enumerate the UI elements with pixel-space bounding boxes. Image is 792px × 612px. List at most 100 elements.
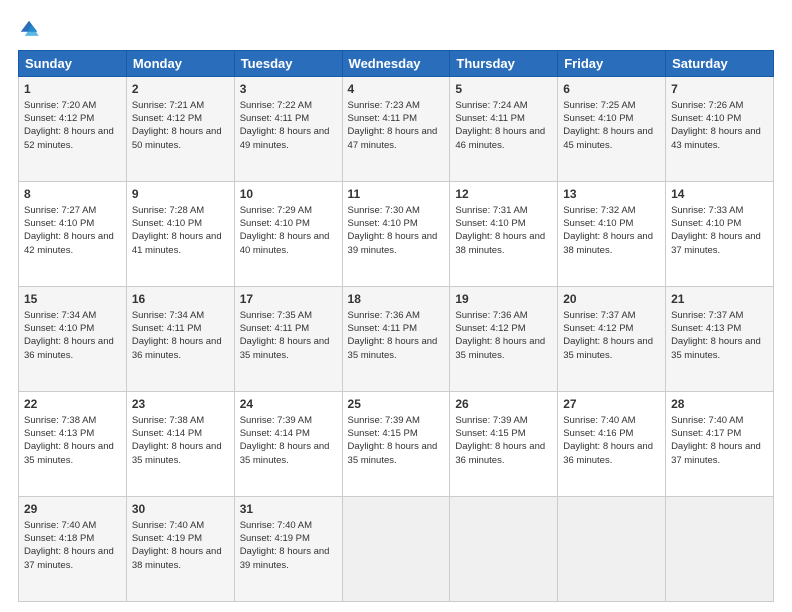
sunrise-time: Sunrise: 7:20 AM	[24, 99, 121, 112]
daylight-hours: Daylight: 8 hours and 37 minutes.	[671, 230, 768, 257]
day-number: 21	[671, 291, 768, 308]
day-number: 2	[132, 81, 229, 98]
day-number: 27	[563, 396, 660, 413]
table-row: 24Sunrise: 7:39 AMSunset: 4:14 PMDayligh…	[234, 392, 342, 497]
day-number: 17	[240, 291, 337, 308]
col-saturday: Saturday	[666, 51, 774, 77]
sunset-time: Sunset: 4:11 PM	[132, 322, 229, 335]
col-monday: Monday	[126, 51, 234, 77]
daylight-hours: Daylight: 8 hours and 38 minutes.	[132, 545, 229, 572]
day-number: 28	[671, 396, 768, 413]
sunset-time: Sunset: 4:12 PM	[132, 112, 229, 125]
sunset-time: Sunset: 4:12 PM	[455, 322, 552, 335]
calendar-week-row: 8Sunrise: 7:27 AMSunset: 4:10 PMDaylight…	[19, 182, 774, 287]
daylight-hours: Daylight: 8 hours and 35 minutes.	[671, 335, 768, 362]
sunset-time: Sunset: 4:11 PM	[455, 112, 552, 125]
sunrise-time: Sunrise: 7:40 AM	[240, 519, 337, 532]
daylight-hours: Daylight: 8 hours and 38 minutes.	[563, 230, 660, 257]
sunrise-time: Sunrise: 7:40 AM	[563, 414, 660, 427]
sunrise-time: Sunrise: 7:37 AM	[563, 309, 660, 322]
table-row: 16Sunrise: 7:34 AMSunset: 4:11 PMDayligh…	[126, 287, 234, 392]
daylight-hours: Daylight: 8 hours and 39 minutes.	[240, 545, 337, 572]
day-number: 26	[455, 396, 552, 413]
daylight-hours: Daylight: 8 hours and 45 minutes.	[563, 125, 660, 152]
day-number: 5	[455, 81, 552, 98]
sunset-time: Sunset: 4:11 PM	[240, 322, 337, 335]
daylight-hours: Daylight: 8 hours and 39 minutes.	[348, 230, 445, 257]
table-row	[450, 497, 558, 602]
sunset-time: Sunset: 4:14 PM	[240, 427, 337, 440]
sunset-time: Sunset: 4:10 PM	[24, 217, 121, 230]
day-number: 25	[348, 396, 445, 413]
table-row: 17Sunrise: 7:35 AMSunset: 4:11 PMDayligh…	[234, 287, 342, 392]
table-row: 11Sunrise: 7:30 AMSunset: 4:10 PMDayligh…	[342, 182, 450, 287]
daylight-hours: Daylight: 8 hours and 43 minutes.	[671, 125, 768, 152]
sunset-time: Sunset: 4:12 PM	[563, 322, 660, 335]
table-row: 3Sunrise: 7:22 AMSunset: 4:11 PMDaylight…	[234, 77, 342, 182]
table-row: 18Sunrise: 7:36 AMSunset: 4:11 PMDayligh…	[342, 287, 450, 392]
calendar-week-row: 29Sunrise: 7:40 AMSunset: 4:18 PMDayligh…	[19, 497, 774, 602]
sunset-time: Sunset: 4:15 PM	[348, 427, 445, 440]
sunrise-time: Sunrise: 7:34 AM	[132, 309, 229, 322]
day-number: 19	[455, 291, 552, 308]
table-row: 13Sunrise: 7:32 AMSunset: 4:10 PMDayligh…	[558, 182, 666, 287]
logo	[18, 18, 42, 40]
day-number: 12	[455, 186, 552, 203]
daylight-hours: Daylight: 8 hours and 35 minutes.	[240, 335, 337, 362]
day-number: 7	[671, 81, 768, 98]
sunset-time: Sunset: 4:19 PM	[132, 532, 229, 545]
col-wednesday: Wednesday	[342, 51, 450, 77]
daylight-hours: Daylight: 8 hours and 47 minutes.	[348, 125, 445, 152]
table-row: 7Sunrise: 7:26 AMSunset: 4:10 PMDaylight…	[666, 77, 774, 182]
daylight-hours: Daylight: 8 hours and 46 minutes.	[455, 125, 552, 152]
daylight-hours: Daylight: 8 hours and 35 minutes.	[132, 440, 229, 467]
day-number: 9	[132, 186, 229, 203]
col-tuesday: Tuesday	[234, 51, 342, 77]
daylight-hours: Daylight: 8 hours and 41 minutes.	[132, 230, 229, 257]
daylight-hours: Daylight: 8 hours and 49 minutes.	[240, 125, 337, 152]
day-number: 24	[240, 396, 337, 413]
calendar-week-row: 15Sunrise: 7:34 AMSunset: 4:10 PMDayligh…	[19, 287, 774, 392]
sunset-time: Sunset: 4:14 PM	[132, 427, 229, 440]
sunrise-time: Sunrise: 7:33 AM	[671, 204, 768, 217]
sunrise-time: Sunrise: 7:28 AM	[132, 204, 229, 217]
table-row	[342, 497, 450, 602]
sunrise-time: Sunrise: 7:34 AM	[24, 309, 121, 322]
sunrise-time: Sunrise: 7:39 AM	[348, 414, 445, 427]
daylight-hours: Daylight: 8 hours and 35 minutes.	[240, 440, 337, 467]
table-row: 10Sunrise: 7:29 AMSunset: 4:10 PMDayligh…	[234, 182, 342, 287]
day-number: 31	[240, 501, 337, 518]
page: Sunday Monday Tuesday Wednesday Thursday…	[0, 0, 792, 612]
daylight-hours: Daylight: 8 hours and 35 minutes.	[348, 335, 445, 362]
daylight-hours: Daylight: 8 hours and 42 minutes.	[24, 230, 121, 257]
day-number: 14	[671, 186, 768, 203]
day-number: 29	[24, 501, 121, 518]
table-row: 8Sunrise: 7:27 AMSunset: 4:10 PMDaylight…	[19, 182, 127, 287]
table-row: 25Sunrise: 7:39 AMSunset: 4:15 PMDayligh…	[342, 392, 450, 497]
table-row: 1Sunrise: 7:20 AMSunset: 4:12 PMDaylight…	[19, 77, 127, 182]
sunrise-time: Sunrise: 7:40 AM	[24, 519, 121, 532]
col-thursday: Thursday	[450, 51, 558, 77]
sunrise-time: Sunrise: 7:29 AM	[240, 204, 337, 217]
sunrise-time: Sunrise: 7:35 AM	[240, 309, 337, 322]
sunrise-time: Sunrise: 7:39 AM	[240, 414, 337, 427]
daylight-hours: Daylight: 8 hours and 35 minutes.	[455, 335, 552, 362]
sunrise-time: Sunrise: 7:25 AM	[563, 99, 660, 112]
table-row: 22Sunrise: 7:38 AMSunset: 4:13 PMDayligh…	[19, 392, 127, 497]
table-row: 9Sunrise: 7:28 AMSunset: 4:10 PMDaylight…	[126, 182, 234, 287]
daylight-hours: Daylight: 8 hours and 35 minutes.	[348, 440, 445, 467]
day-number: 6	[563, 81, 660, 98]
sunset-time: Sunset: 4:16 PM	[563, 427, 660, 440]
sunset-time: Sunset: 4:15 PM	[455, 427, 552, 440]
calendar-table: Sunday Monday Tuesday Wednesday Thursday…	[18, 50, 774, 602]
daylight-hours: Daylight: 8 hours and 36 minutes.	[455, 440, 552, 467]
calendar-week-row: 22Sunrise: 7:38 AMSunset: 4:13 PMDayligh…	[19, 392, 774, 497]
day-number: 22	[24, 396, 121, 413]
sunset-time: Sunset: 4:18 PM	[24, 532, 121, 545]
sunrise-time: Sunrise: 7:32 AM	[563, 204, 660, 217]
daylight-hours: Daylight: 8 hours and 35 minutes.	[24, 440, 121, 467]
table-row: 30Sunrise: 7:40 AMSunset: 4:19 PMDayligh…	[126, 497, 234, 602]
table-row: 20Sunrise: 7:37 AMSunset: 4:12 PMDayligh…	[558, 287, 666, 392]
table-row: 2Sunrise: 7:21 AMSunset: 4:12 PMDaylight…	[126, 77, 234, 182]
sunset-time: Sunset: 4:10 PM	[240, 217, 337, 230]
